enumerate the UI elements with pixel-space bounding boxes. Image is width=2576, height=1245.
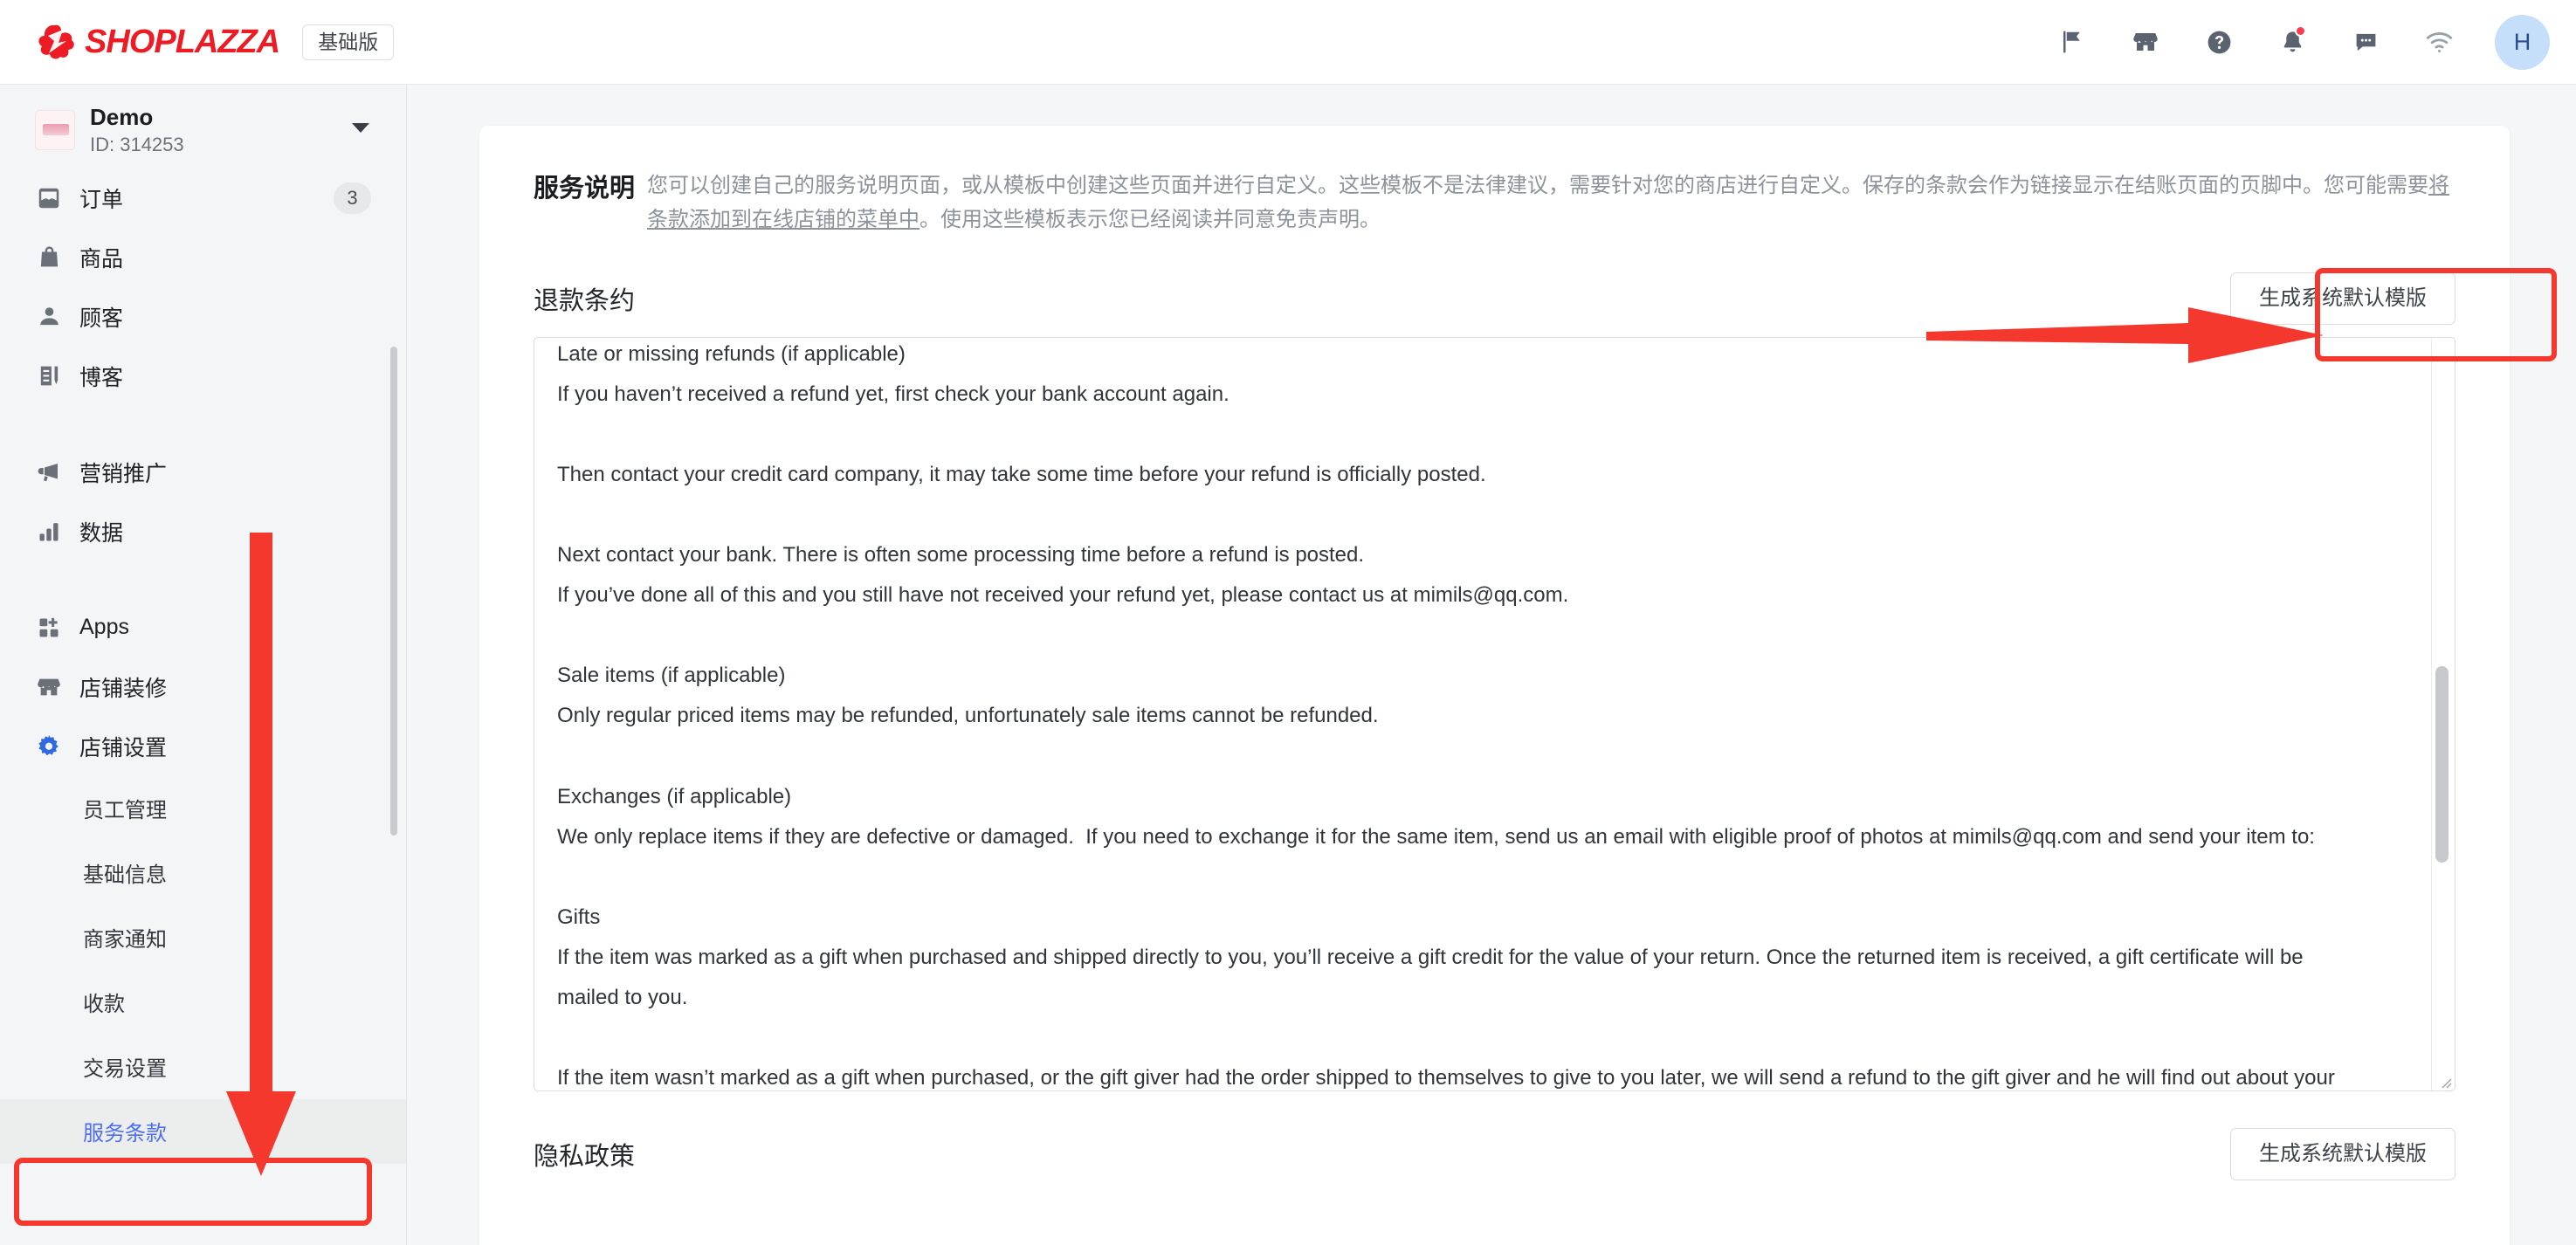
sidebar-subitem-merchant-notice[interactable]: 商家通知 bbox=[0, 905, 406, 970]
sidebar-item-label: 博客 bbox=[79, 365, 124, 390]
sidebar-scrollbar-thumb[interactable] bbox=[390, 347, 397, 836]
page-title: 服务说明 bbox=[534, 175, 636, 203]
page-description: 您可以创建自己的服务说明页面，或从模板中创建这些页面并进行自定义。这些模板不是法… bbox=[647, 169, 2455, 237]
sidebar-item-customers[interactable]: 顾客 bbox=[0, 287, 406, 347]
sidebar-subitem-label: 员工管理 bbox=[83, 799, 167, 823]
refund-policy-textarea[interactable]: Late or missing refunds (if applicable) … bbox=[534, 336, 2455, 1091]
refund-section-title: 退款条约 bbox=[534, 286, 636, 315]
sidebar-item-blog[interactable]: 博客 bbox=[0, 347, 406, 406]
orders-count-badge: 3 bbox=[334, 182, 371, 214]
sidebar-item-store-settings[interactable]: 店铺设置 bbox=[0, 717, 406, 776]
brand-logo[interactable]: SHOPLAZZA bbox=[37, 23, 280, 61]
flag-icon[interactable] bbox=[2035, 16, 2109, 68]
chat-icon[interactable] bbox=[2329, 16, 2402, 68]
sidebar-item-apps[interactable]: Apps bbox=[0, 598, 406, 657]
sidebar-item-orders[interactable]: 订单 3 bbox=[0, 169, 406, 228]
resize-handle-icon[interactable] bbox=[2436, 1073, 2452, 1089]
privacy-generate-default-template-button[interactable]: 生成系统默认模版 bbox=[2230, 1127, 2455, 1180]
refund-generate-default-template-button[interactable]: 生成系统默认模版 bbox=[2230, 272, 2455, 325]
notification-badge-dot bbox=[2295, 25, 2306, 37]
privacy-section-header: 隐私政策 生成系统默认模版 bbox=[479, 1091, 2510, 1180]
topbar-icon-group: H bbox=[2035, 14, 2550, 70]
bars-icon bbox=[35, 518, 63, 546]
sidebar-divider-1 bbox=[0, 406, 406, 443]
edition-badge[interactable]: 基础版 bbox=[302, 24, 395, 60]
sidebar-subitem-basic-info[interactable]: 基础信息 bbox=[0, 841, 406, 905]
store-id: ID: 314253 bbox=[90, 133, 184, 155]
sidebar-scrollbar-track[interactable] bbox=[390, 85, 402, 1245]
sidebar-subitem-payments[interactable]: 收款 bbox=[0, 970, 406, 1035]
help-icon[interactable] bbox=[2182, 16, 2256, 68]
megaphone-icon bbox=[35, 458, 63, 486]
sidebar-subitem-staff[interactable]: 员工管理 bbox=[0, 776, 406, 841]
terms-card: 服务说明 您可以创建自己的服务说明页面，或从模板中创建这些页面并进行自定义。这些… bbox=[479, 126, 2510, 1245]
sidebar-item-label: 营销推广 bbox=[79, 461, 168, 486]
bell-icon[interactable] bbox=[2256, 16, 2329, 68]
avatar[interactable]: H bbox=[2495, 14, 2550, 70]
sidebar-subitem-label: 服务条款 bbox=[83, 1122, 167, 1146]
wifi-icon[interactable] bbox=[2402, 16, 2476, 68]
user-icon bbox=[35, 303, 63, 331]
textarea-scrollbar-thumb[interactable] bbox=[2435, 665, 2449, 863]
refund-section-header: 退款条约 生成系统默认模版 bbox=[479, 237, 2510, 325]
main-content: 服务说明 您可以创建自己的服务说明页面，或从模板中创建这些页面并进行自定义。这些… bbox=[408, 85, 2576, 1245]
storefront-icon bbox=[35, 673, 63, 701]
top-bar: SHOPLAZZA 基础版 H bbox=[0, 0, 2576, 85]
sidebar-subitem-label: 收款 bbox=[83, 993, 125, 1017]
brand-name: SHOPLAZZA bbox=[85, 23, 280, 60]
refund-policy-text[interactable]: Late or missing refunds (if applicable) … bbox=[534, 338, 2387, 1090]
sidebar-item-label: 店铺装修 bbox=[79, 676, 168, 701]
blog-icon bbox=[35, 362, 63, 390]
sidebar-item-label: 商品 bbox=[79, 246, 124, 272]
page-description-part1: 您可以创建自己的服务说明页面，或从模板中创建这些页面并进行自定义。这些模板不是法… bbox=[647, 174, 2429, 197]
bag-icon bbox=[35, 244, 63, 272]
sidebar-divider-2 bbox=[0, 561, 406, 598]
sidebar-subitem-label: 交易设置 bbox=[83, 1057, 167, 1082]
sidebar-item-analytics[interactable]: 数据 bbox=[0, 502, 406, 561]
card-header: 服务说明 您可以创建自己的服务说明页面，或从模板中创建这些页面并进行自定义。这些… bbox=[479, 126, 2510, 237]
sidebar-subitem-label: 商家通知 bbox=[83, 928, 167, 953]
store-meta: Demo ID: 314253 bbox=[90, 104, 184, 156]
store-switcher[interactable]: Demo ID: 314253 bbox=[0, 85, 406, 169]
sidebar: Demo ID: 314253 订单 3 商品 顾客 博客 营销推广 数据 Ap… bbox=[0, 85, 407, 1245]
sidebar-subitem-terms-of-service[interactable]: 服务条款 bbox=[0, 1098, 406, 1164]
sidebar-subitem-label: 基础信息 bbox=[83, 863, 167, 888]
sidebar-item-label: Apps bbox=[79, 615, 129, 640]
storefront-icon[interactable] bbox=[2109, 16, 2182, 68]
sidebar-item-products[interactable]: 商品 bbox=[0, 228, 406, 287]
apps-icon bbox=[35, 614, 63, 642]
privacy-section-title: 隐私政策 bbox=[534, 1142, 636, 1171]
textarea-scrollbar-track[interactable] bbox=[2431, 338, 2454, 1090]
chevron-down-icon[interactable] bbox=[350, 120, 371, 139]
sidebar-item-storefront-design[interactable]: 店铺装修 bbox=[0, 657, 406, 717]
shoplazza-mark-icon bbox=[37, 24, 77, 60]
gear-icon bbox=[35, 733, 63, 760]
store-logo-thumb bbox=[35, 109, 75, 150]
sidebar-item-label: 订单 bbox=[79, 187, 124, 212]
sidebar-item-marketing[interactable]: 营销推广 bbox=[0, 443, 406, 502]
page-description-part2: 。使用这些模板表示您已经阅读并同意免责声明。 bbox=[920, 207, 1381, 231]
sidebar-item-label: 店铺设置 bbox=[79, 735, 168, 760]
store-name: Demo bbox=[90, 104, 154, 130]
inbox-icon bbox=[35, 184, 63, 212]
sidebar-subitem-transaction-settings[interactable]: 交易设置 bbox=[0, 1035, 406, 1099]
sidebar-item-label: 顾客 bbox=[79, 306, 124, 331]
sidebar-item-label: 数据 bbox=[79, 520, 124, 546]
